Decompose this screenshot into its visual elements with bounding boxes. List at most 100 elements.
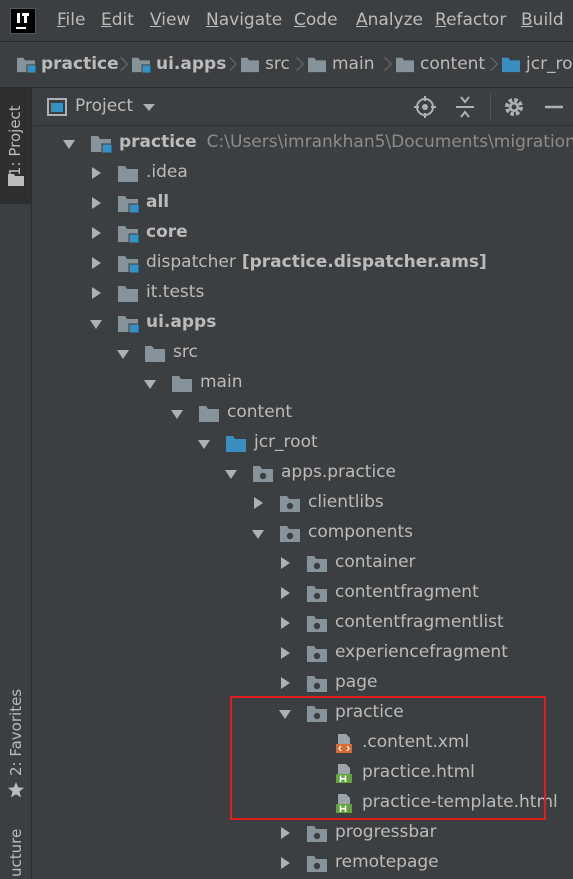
node-name: all	[146, 192, 170, 212]
tree-folder-practice[interactable]: practice	[33, 698, 573, 728]
tree-file--content-xml[interactable]: .content.xml	[33, 728, 573, 758]
node-name: jcr_root	[254, 432, 318, 452]
tree-folder-page[interactable]: page	[33, 668, 573, 698]
menu-mnemonic: E	[101, 10, 112, 30]
module-folder-icon	[117, 193, 140, 214]
tree-folder-clientlibs[interactable]: clientlibs	[33, 488, 573, 518]
expand-arrow-down-icon[interactable]	[90, 317, 102, 329]
source-folder-icon	[501, 55, 521, 73]
expand-arrow-right-icon[interactable]	[279, 857, 291, 869]
menu-item-refactor[interactable]: Refactor	[435, 10, 506, 30]
tree-folder-contentfragment[interactable]: contentfragment	[33, 578, 573, 608]
tree-folder-content[interactable]: content	[33, 398, 573, 428]
tree-folder-it-tests[interactable]: it.tests	[33, 278, 573, 308]
tree-folder-container[interactable]: container	[33, 548, 573, 578]
expand-arrow-right-icon[interactable]	[279, 827, 291, 839]
html-file-icon	[333, 763, 355, 783]
menu-item-code[interactable]: Code	[294, 10, 338, 30]
tree-node-label: progressbar	[335, 822, 437, 842]
expand-arrow-right-icon[interactable]	[279, 677, 291, 689]
locate-icon[interactable]	[412, 94, 438, 120]
expand-arrow-down-icon[interactable]	[252, 527, 264, 539]
source-folder-icon	[225, 433, 247, 453]
menu-mnemonic: F	[57, 10, 66, 30]
hide-icon[interactable]	[541, 94, 567, 120]
expand-arrow-right-icon[interactable]	[279, 647, 291, 659]
collapse-all-icon[interactable]	[452, 94, 478, 120]
menu-mnemonic: A	[356, 10, 368, 30]
left-tool-stripe: 1: Project 2: Favorites ucture	[0, 88, 32, 879]
panel-title[interactable]: Project	[75, 96, 133, 116]
tree-folder-contentfragmentlist[interactable]: contentfragmentlist	[33, 608, 573, 638]
menu-label-rest: avigate	[218, 10, 283, 30]
tree-folder-apps-practice[interactable]: apps.practice	[33, 458, 573, 488]
menu-item-build[interactable]: Build	[521, 10, 564, 30]
node-name: dispatcher	[146, 252, 236, 272]
tree-node-label: src	[173, 342, 198, 362]
expand-arrow-down-icon[interactable]	[225, 467, 237, 479]
menu-item-view[interactable]: View	[150, 10, 190, 30]
structure-tool-tab[interactable]: ucture	[0, 823, 31, 879]
tree-folder--idea[interactable]: .idea	[33, 158, 573, 188]
tree-node-label: contentfragment	[335, 582, 479, 602]
menu-item-edit[interactable]: Edit	[101, 10, 134, 30]
tree-folder-practice[interactable]: practice C:\Users\imrankhan5\Documents\mi…	[33, 128, 573, 158]
expand-arrow-right-icon[interactable]	[279, 587, 291, 599]
tree-folder-jcr-root[interactable]: jcr_root	[33, 428, 573, 458]
breadcrumb-separator-icon	[292, 55, 302, 75]
node-name: content	[227, 402, 293, 422]
expand-arrow-down-icon[interactable]	[63, 137, 75, 149]
html-file-icon	[333, 793, 355, 813]
expand-arrow-down-icon[interactable]	[171, 407, 183, 419]
package-folder-icon	[252, 463, 274, 483]
menu-item-analyze[interactable]: Analyze	[356, 10, 423, 30]
expand-arrow-right-icon[interactable]	[90, 257, 102, 269]
tree-folder-remotepage[interactable]: remotepage	[33, 848, 573, 878]
menu-item-file[interactable]: File	[57, 10, 85, 30]
breadcrumb: practice ui.apps src main content jcr_ro	[0, 42, 573, 88]
tree-folder-components[interactable]: components	[33, 518, 573, 548]
tree-folder-progressbar[interactable]: progressbar	[33, 818, 573, 848]
tree-folder-core[interactable]: core	[33, 218, 573, 248]
tree-folder-all[interactable]: all	[33, 188, 573, 218]
tree-node-label: dispatcher [practice.dispatcher.ams]	[146, 252, 487, 272]
intellij-logo-icon[interactable]	[10, 8, 36, 34]
expand-arrow-down-icon[interactable]	[198, 437, 210, 449]
expand-arrow-down-icon[interactable]	[144, 377, 156, 389]
expand-arrow-right-icon[interactable]	[90, 227, 102, 239]
module-folder-icon	[90, 133, 113, 154]
node-module-name: [practice.dispatcher.ams]	[241, 252, 487, 272]
tree-file-practice-html[interactable]: practice.html	[33, 758, 573, 788]
node-name: .content.xml	[362, 732, 470, 752]
menu-mnemonic: V	[150, 10, 162, 30]
project-tool-tab[interactable]: 1: Project	[0, 88, 31, 204]
favorites-tool-tab[interactable]: 2: Favorites	[0, 688, 31, 803]
tree-node-label: practice-template.html	[362, 792, 558, 812]
tree-folder-experiencefragment[interactable]: experiencefragment	[33, 638, 573, 668]
module-folder-icon	[131, 55, 152, 74]
expand-arrow-right-icon[interactable]	[252, 497, 264, 509]
tree-folder-main[interactable]: main	[33, 368, 573, 398]
menu-mnemonic: N	[206, 10, 219, 30]
tree-file-practice-template-html[interactable]: practice-template.html	[33, 788, 573, 818]
breadcrumb-separator-icon	[486, 55, 496, 75]
package-folder-icon	[279, 523, 301, 543]
tree-node-label: .idea	[146, 162, 188, 182]
settings-icon[interactable]	[501, 94, 527, 120]
tree-folder-src[interactable]: src	[33, 338, 573, 368]
project-tab-label: 1: Project	[6, 105, 24, 176]
chevron-down-icon[interactable]	[142, 102, 156, 112]
expand-arrow-down-icon[interactable]	[279, 707, 291, 719]
expand-arrow-right-icon[interactable]	[279, 557, 291, 569]
expand-arrow-down-icon[interactable]	[117, 347, 129, 359]
expand-arrow-right-icon[interactable]	[90, 167, 102, 179]
expand-arrow-right-icon[interactable]	[90, 287, 102, 299]
tree-folder-ui-apps[interactable]: ui.apps	[33, 308, 573, 338]
package-folder-icon	[306, 853, 328, 873]
tree-node-label: practice	[335, 702, 404, 722]
menu-item-navigate[interactable]: Navigate	[206, 10, 282, 30]
expand-arrow-right-icon[interactable]	[279, 617, 291, 629]
node-name: contentfragment	[335, 582, 479, 602]
expand-arrow-right-icon[interactable]	[90, 197, 102, 209]
tree-folder-dispatcher[interactable]: dispatcher [practice.dispatcher.ams]	[33, 248, 573, 278]
